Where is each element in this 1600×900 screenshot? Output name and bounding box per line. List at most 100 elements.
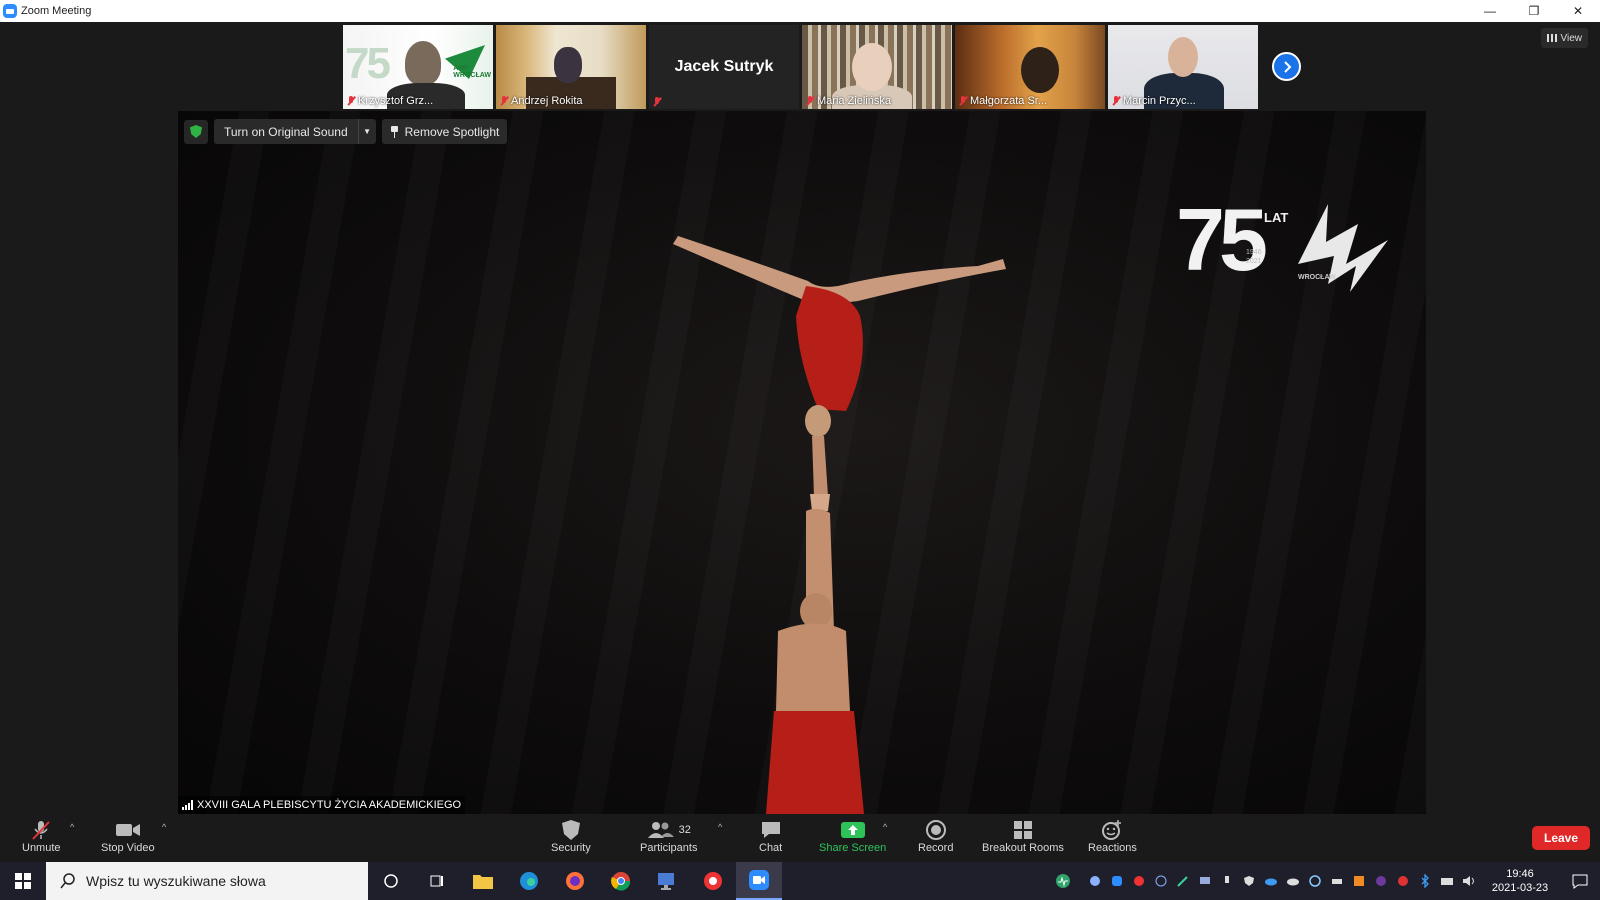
tray-orange-icon[interactable] — [1348, 862, 1370, 900]
participant-tile[interactable]: Andrzej Rokita — [496, 25, 646, 109]
tray-pen-icon[interactable] — [1172, 862, 1194, 900]
participant-tile[interactable]: Marcin Przyc... — [1108, 25, 1258, 109]
original-sound-button[interactable]: Turn on Original Sound ▼ — [214, 119, 376, 144]
tray-red-icon[interactable] — [1128, 862, 1150, 900]
action-center-button[interactable] — [1560, 862, 1600, 900]
original-sound-label: Turn on Original Sound — [224, 124, 348, 139]
chat-button[interactable]: Chat — [759, 818, 782, 854]
speaker-name-label: XXVIII GALA PLEBISCYTU ŻYCIA AKADEMICKIE… — [178, 796, 466, 814]
bluetooth-icon[interactable] — [1414, 862, 1436, 900]
reactions-button[interactable]: Reactions — [1088, 818, 1137, 854]
logo-year-start: 1946 — [1246, 249, 1262, 256]
meeting-toolbar: Unmute ^ Stop Video ^ Security 32 Partic… — [0, 814, 1600, 862]
stop-video-label: Stop Video — [101, 842, 155, 854]
folder-icon — [473, 875, 493, 889]
participant-name-label: Maria Zielińska — [806, 95, 891, 107]
remove-spotlight-button[interactable]: Remove Spotlight — [381, 119, 508, 144]
participant-tile[interactable]: Maria Zielińska — [802, 25, 952, 109]
close-button[interactable]: ✕ — [1556, 0, 1600, 22]
share-screen-label: Share Screen — [819, 842, 887, 854]
stop-video-button[interactable]: Stop Video — [101, 818, 155, 854]
zoom-taskbar-icon[interactable] — [736, 862, 782, 900]
edge-taskbar-icon[interactable] — [506, 862, 552, 900]
muted-mic-icon — [806, 96, 814, 106]
tray-pin-icon[interactable] — [1216, 862, 1238, 900]
participant-name-placeholder: Jacek Sutryk — [674, 58, 774, 75]
tray-network-printer-icon[interactable] — [1326, 862, 1348, 900]
onedrive-cloud-icon[interactable] — [1260, 862, 1282, 900]
start-button[interactable] — [0, 862, 46, 900]
encryption-shield-icon[interactable] — [184, 119, 208, 144]
logo-number: 75 — [1176, 190, 1268, 289]
zoom-window: Zoom Meeting — ❐ ✕ 75 AWF WROCŁAW Krzyszt… — [0, 0, 1600, 900]
tray-red-star-icon[interactable] — [1392, 862, 1414, 900]
muted-mic-icon — [959, 96, 967, 106]
tray-app-icon[interactable] — [1084, 862, 1106, 900]
muted-mic-icon — [347, 96, 355, 106]
participants-options-caret[interactable]: ^ — [718, 822, 722, 832]
tray-spacer — [1074, 862, 1084, 900]
file-explorer-taskbar-icon[interactable] — [460, 862, 506, 900]
next-page-button[interactable] — [1272, 52, 1301, 81]
clock-time: 19:46 — [1506, 868, 1534, 880]
logo-suffix: LAT — [1264, 210, 1289, 225]
restore-button[interactable]: ❐ — [1512, 0, 1556, 22]
system-tray: 19:46 2021-03-23 — [1052, 862, 1600, 900]
share-options-caret[interactable]: ^ — [883, 822, 887, 832]
leave-button[interactable]: Leave — [1532, 826, 1590, 850]
participant-tile[interactable]: Jacek Sutryk — [649, 25, 799, 109]
record-button[interactable]: Record — [918, 818, 953, 854]
audio-options-caret[interactable]: ^ — [70, 822, 74, 832]
network-icon[interactable] — [1436, 862, 1458, 900]
remote-desktop-taskbar-icon[interactable] — [644, 862, 690, 900]
breakout-rooms-button[interactable]: Breakout Rooms — [982, 818, 1064, 854]
firefox-taskbar-icon[interactable] — [552, 862, 598, 900]
participants-label: Participants — [640, 842, 698, 854]
logo-years: 1946 2021 — [1246, 248, 1262, 266]
participant-tile[interactable]: Małgorzata Sr... — [955, 25, 1105, 109]
taskbar-search-box[interactable]: Wpisz tu wyszukiwane słowa — [46, 862, 368, 900]
task-view-button[interactable] — [414, 862, 460, 900]
tray-purple-icon[interactable] — [1370, 862, 1392, 900]
speaker-name: XXVIII GALA PLEBISCYTU ŻYCIA AKADEMICKIE… — [197, 799, 462, 811]
participant-name: Marcin Przyc... — [1123, 95, 1196, 107]
pin-icon — [390, 125, 399, 138]
edge-browser-icon — [520, 872, 538, 890]
participant-thumbnails: 75 AWF WROCŁAW Krzysztof Grz... Andrzej R… — [343, 25, 1258, 109]
activity-monitor-icon[interactable] — [1052, 862, 1074, 900]
chevron-down-icon[interactable]: ▼ — [357, 119, 376, 144]
tray-monitor-icon[interactable] — [1194, 862, 1216, 900]
participants-count: 32 — [678, 824, 691, 836]
tray-sync-icon[interactable] — [1304, 862, 1326, 900]
participant-name-label: Małgorzata Sr... — [959, 95, 1047, 107]
tray-shield-icon[interactable] — [1238, 862, 1260, 900]
participant-name-label: Andrzej Rokita — [500, 95, 583, 107]
cortana-button[interactable] — [368, 862, 414, 900]
tray-globe-icon[interactable] — [1150, 862, 1172, 900]
participant-figure — [554, 47, 582, 83]
windows-taskbar: Wpisz tu wyszukiwane słowa 19:46 2021-03… — [0, 862, 1600, 900]
volume-speaker-icon[interactable] — [1458, 862, 1480, 900]
video-options-caret[interactable]: ^ — [162, 822, 166, 832]
participant-tile[interactable]: 75 AWF WROCŁAW Krzysztof Grz... — [343, 25, 493, 109]
security-button[interactable]: Security — [551, 818, 591, 854]
red-app-taskbar-icon[interactable] — [690, 862, 736, 900]
participants-button[interactable]: 32 Participants — [640, 818, 697, 854]
share-screen-button[interactable]: Share Screen — [819, 818, 886, 854]
zoom-camera-icon — [749, 870, 769, 890]
remote-desktop-icon — [658, 873, 674, 890]
unmute-button[interactable]: Unmute — [22, 818, 61, 854]
tray-zoom-icon[interactable] — [1106, 862, 1128, 900]
taskbar-clock[interactable]: 19:46 2021-03-23 — [1480, 867, 1560, 895]
minimize-button[interactable]: — — [1468, 0, 1512, 22]
search-placeholder: Wpisz tu wyszukiwane słowa — [86, 873, 266, 889]
onedrive-personal-cloud-icon[interactable] — [1282, 862, 1304, 900]
view-button[interactable]: View — [1540, 28, 1588, 48]
chat-bubble-icon — [760, 818, 782, 842]
participant-figure — [1021, 47, 1059, 93]
chrome-taskbar-icon[interactable] — [598, 862, 644, 900]
participants-icon: 32 — [647, 818, 691, 842]
search-icon — [60, 873, 75, 889]
breakout-rooms-label: Breakout Rooms — [982, 842, 1064, 854]
signal-bars-icon — [182, 800, 193, 810]
